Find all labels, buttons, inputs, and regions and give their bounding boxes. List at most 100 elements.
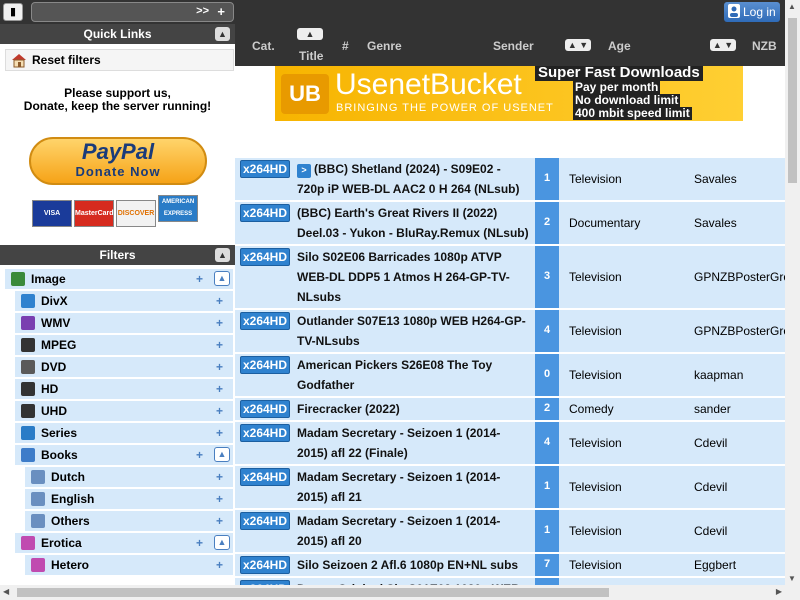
col-genre[interactable]: Genre — [367, 39, 402, 53]
col-age[interactable]: Age — [608, 39, 631, 53]
filter-category-icon — [31, 492, 45, 506]
table-row[interactable]: x264HD American Pickers S26E08 The Toy Go… — [235, 354, 785, 398]
expand-search-icon[interactable]: >> — [196, 5, 209, 17]
add-filter-icon[interactable]: + — [216, 489, 223, 509]
sender-cell[interactable]: Cdevil — [694, 480, 727, 494]
filter-item[interactable]: Image + ▲ — [5, 269, 233, 289]
release-title[interactable]: Madam Secretary - Seizoen 1 (2014-2015) … — [297, 422, 531, 464]
category-badge[interactable]: x264HD — [240, 160, 290, 178]
filter-item[interactable]: Others + — [25, 511, 233, 531]
category-badge[interactable]: x264HD — [240, 312, 290, 330]
sender-cell[interactable]: Eggbert — [694, 558, 736, 572]
release-title[interactable]: American Pickers S26E08 The Toy Godfathe… — [297, 354, 531, 396]
collapse-quick-links-icon[interactable]: ▲ — [215, 27, 230, 41]
sender-cell[interactable]: Cdevil — [694, 524, 727, 538]
table-row[interactable]: x264HD Madam Secretary - Seizoen 1 (2014-… — [235, 510, 785, 554]
category-badge[interactable]: x264HD — [240, 424, 290, 442]
table-row[interactable]: x264HD Outlander S07E13 1080p WEB H264-GP… — [235, 310, 800, 354]
sender-cell[interactable]: sander — [694, 402, 731, 416]
filter-item[interactable]: Hetero + — [25, 555, 233, 575]
add-filter-icon[interactable]: + — [216, 467, 223, 487]
vertical-scrollbar[interactable]: ▲ ▼ — [785, 0, 800, 585]
collapse-filters-icon[interactable]: ▲ — [215, 248, 230, 262]
category-badge[interactable]: x264HD — [240, 356, 290, 374]
expand-filter-icon[interactable]: ▲ — [214, 535, 230, 550]
reset-filters-button[interactable]: Reset filters — [5, 49, 234, 71]
expand-filter-icon[interactable]: ▲ — [214, 271, 230, 286]
category-badge[interactable]: x264HD — [240, 400, 290, 418]
scroll-up-icon[interactable]: ▲ — [788, 2, 796, 11]
category-badge[interactable]: x264HD — [240, 248, 290, 266]
sort-age-icon[interactable]: ▲ ▼ — [565, 39, 591, 51]
col-num[interactable]: # — [342, 39, 349, 53]
filter-item[interactable]: DVD + — [15, 357, 233, 377]
add-search-icon[interactable]: + — [217, 4, 225, 19]
release-title[interactable]: Firecracker (2022) — [297, 398, 531, 420]
filter-item[interactable]: Erotica + ▲ — [15, 533, 233, 553]
menu-icon[interactable]: ▮ — [3, 3, 23, 21]
sort-title-icon[interactable]: ▲ — [297, 28, 323, 40]
filter-item[interactable]: Dutch + — [25, 467, 233, 487]
search-input[interactable]: >> + — [31, 2, 234, 22]
add-filter-icon[interactable]: + — [216, 511, 223, 531]
add-filter-icon[interactable]: + — [216, 401, 223, 421]
sender-cell[interactable]: Savales — [694, 172, 737, 186]
scroll-down-icon[interactable]: ▼ — [788, 574, 796, 583]
add-filter-icon[interactable]: + — [216, 555, 223, 575]
add-filter-icon[interactable]: + — [216, 335, 223, 355]
release-title[interactable]: Madam Secretary - Seizoen 1 (2014-2015) … — [297, 466, 531, 508]
filter-item[interactable]: Series + — [15, 423, 233, 443]
table-row[interactable]: x264HD Firecracker (2022) 2 Comedy sander — [235, 398, 785, 422]
add-filter-icon[interactable]: + — [196, 445, 203, 465]
category-badge[interactable]: x264HD — [240, 204, 290, 222]
filter-item[interactable]: MPEG + — [15, 335, 233, 355]
category-badge[interactable]: x264HD — [240, 556, 290, 574]
ad-banner[interactable]: UB UsenetBucket BRINGING THE POWER OF US… — [275, 66, 743, 121]
paypal-donate-button[interactable]: PayPal Donate Now — [29, 137, 207, 185]
col-title[interactable]: Title — [299, 49, 323, 63]
table-row[interactable]: x264HD Madam Secretary - Seizoen 1 (2014-… — [235, 466, 785, 510]
sender-cell[interactable]: Savales — [694, 216, 737, 230]
expand-filter-icon[interactable]: ▲ — [214, 447, 230, 462]
filter-item[interactable]: UHD + — [15, 401, 233, 421]
table-row[interactable]: x264HD Madam Secretary - Seizoen 1 (2014-… — [235, 422, 785, 466]
table-row[interactable]: x264HD Silo Seizoen 2 Afl.6 1080p EN+NL s… — [235, 554, 785, 578]
sort-nzb-icon[interactable]: ▲ ▼ — [710, 39, 736, 51]
add-filter-icon[interactable]: + — [196, 269, 203, 289]
sender-cell[interactable]: Cdevil — [694, 436, 727, 450]
filter-item[interactable]: DivX + — [15, 291, 233, 311]
filter-item[interactable]: Books + ▲ — [15, 445, 233, 465]
release-title[interactable]: Outlander S07E13 1080p WEB H264-GP-TV-NL… — [297, 310, 531, 352]
filter-item[interactable]: English + — [25, 489, 233, 509]
release-title[interactable]: Silo Seizoen 2 Afl.6 1080p EN+NL subs — [297, 554, 531, 576]
release-title[interactable]: Silo S02E06 Barricades 1080p ATVP WEB-DL… — [297, 246, 531, 308]
release-title[interactable]: > (BBC) Shetland (2024) - S09E02 - 720p i… — [297, 158, 531, 200]
sender-cell[interactable]: kaapman — [694, 368, 743, 382]
scroll-right-icon[interactable]: ▶ — [776, 587, 782, 596]
release-title[interactable]: (BBC) Earth's Great Rivers II (2022) Dee… — [297, 202, 531, 244]
col-cat[interactable]: Cat. — [252, 39, 275, 53]
filter-item[interactable]: HD + — [15, 379, 233, 399]
expand-row-icon[interactable]: > — [297, 164, 311, 178]
add-filter-icon[interactable]: + — [216, 313, 223, 333]
table-row[interactable]: x264HD (BBC) Earth's Great Rivers II (202… — [235, 202, 785, 246]
vertical-scroll-thumb[interactable] — [788, 18, 797, 183]
horizontal-scrollbar[interactable]: ◀ ▶ — [0, 585, 800, 600]
genre-cell: Television — [569, 480, 622, 494]
login-button[interactable]: Log in — [724, 2, 780, 22]
add-filter-icon[interactable]: + — [196, 533, 203, 553]
add-filter-icon[interactable]: + — [216, 291, 223, 311]
table-row[interactable]: x264HD > (BBC) Shetland (2024) - S09E02 - … — [235, 158, 785, 202]
table-row[interactable]: x264HD Silo S02E06 Barricades 1080p ATVP … — [235, 246, 800, 310]
category-badge[interactable]: x264HD — [240, 468, 290, 486]
scroll-left-icon[interactable]: ◀ — [3, 587, 9, 596]
category-badge[interactable]: x264HD — [240, 512, 290, 530]
filter-item[interactable]: WMV + — [15, 313, 233, 333]
add-filter-icon[interactable]: + — [216, 423, 223, 443]
release-title[interactable]: Madam Secretary - Seizoen 1 (2014-2015) … — [297, 510, 531, 552]
col-nzb[interactable]: NZB — [752, 39, 777, 53]
col-sender[interactable]: Sender — [493, 39, 534, 53]
add-filter-icon[interactable]: + — [216, 357, 223, 377]
add-filter-icon[interactable]: + — [216, 379, 223, 399]
horizontal-scroll-thumb[interactable] — [17, 588, 609, 597]
